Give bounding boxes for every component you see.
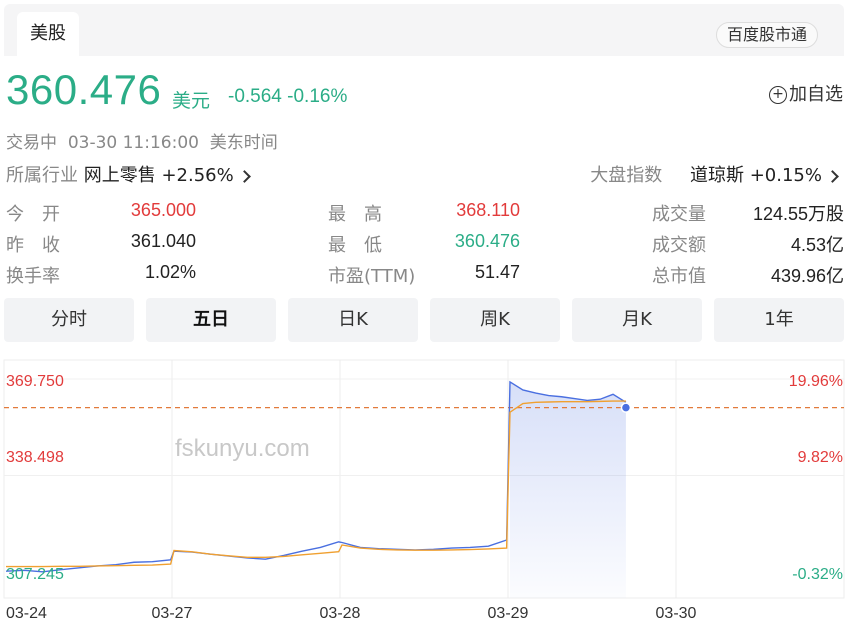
tab-weekly-k[interactable]: 周K (430, 298, 560, 342)
tab-us-stocks[interactable]: 美股 (17, 12, 79, 56)
change-percent: -0.16% (287, 86, 348, 107)
x-axis-label: 03-24 (6, 605, 47, 622)
x-axis-label: 03-27 (152, 605, 193, 622)
five-day-chart[interactable]: fskunyu.com 369.750 338.498 307.245 19.9… (0, 352, 849, 633)
tab-one-year[interactable]: 1年 (714, 298, 844, 342)
tab-intraday[interactable]: 分时 (4, 298, 134, 342)
low-label: 最 低 (328, 235, 382, 256)
pe-value: 51.47 (474, 262, 520, 282)
turnover-label: 换手率 (6, 266, 60, 287)
currency-label: 美元 (172, 90, 211, 112)
amount-label: 成交额 (652, 235, 706, 256)
plus-circle-icon: + (769, 86, 787, 104)
tab-monthly-k[interactable]: 月K (572, 298, 702, 342)
index-label: 大盘指数 (590, 165, 663, 186)
volume-value: 124.55万股 (752, 204, 844, 224)
market-index-link[interactable]: 大盘指数 道琼斯 +0.15% (590, 161, 839, 187)
prev-close-value: 361.040 (130, 231, 196, 251)
period-tabs: 分时 五日 日K 周K 月K 1年 (4, 298, 844, 342)
baidu-stock-badge[interactable]: 百度股市通 (715, 22, 818, 48)
price-area-fill (510, 381, 626, 598)
turnover-value: 1.02% (144, 262, 196, 282)
x-axis-labels: 03-24 03-27 03-28 03-29 03-30 (6, 605, 697, 622)
low-value: 360.476 (454, 231, 520, 251)
y-pct-high: 19.96% (789, 373, 843, 390)
add-watchlist-label: 加自选 (789, 84, 843, 105)
y-label-high: 369.750 (6, 373, 64, 390)
x-axis-label: 03-29 (488, 605, 529, 622)
index-value: 道琼斯 +0.15% (690, 165, 822, 186)
current-price: 360.476 (6, 66, 162, 113)
mktcap-label: 总市值 (652, 266, 706, 287)
timestamp: 03-30 11:16:00 (67, 133, 199, 153)
high-value: 368.110 (456, 200, 520, 220)
high-label: 最 高 (328, 204, 382, 225)
x-axis-label: 03-30 (656, 605, 697, 622)
y-label-mid: 338.498 (6, 449, 64, 466)
industry-value: 网上零售 +2.56% (83, 165, 234, 186)
price-change: -0.564 -0.16% (228, 86, 347, 108)
prev-close-label: 昨 收 (6, 235, 60, 256)
y-pct-low: -0.32% (792, 566, 843, 583)
volume-label: 成交量 (652, 204, 706, 225)
watermark: fskunyu.com (175, 435, 310, 462)
open-label: 今 开 (6, 204, 60, 225)
x-axis-label: 03-28 (320, 605, 361, 622)
open-value: 365.000 (130, 200, 196, 220)
industry-label: 所属行业 (6, 165, 78, 186)
y-label-low: 307.245 (6, 566, 64, 583)
y-pct-mid: 9.82% (798, 449, 843, 466)
market-tab-bar: 美股 百度股市通 (4, 4, 844, 56)
industry-link[interactable]: 所属行业 网上零售 +2.56% (6, 161, 251, 187)
chevron-right-icon (237, 169, 251, 183)
amount-value: 4.53亿 (790, 235, 844, 255)
tab-five-day[interactable]: 五日 (146, 298, 276, 342)
trading-status: 交易中 03-30 11:16:00 美东时间 (6, 128, 278, 153)
last-price-dot (620, 402, 632, 413)
mktcap-value: 439.96亿 (770, 266, 844, 286)
chevron-right-icon (826, 169, 839, 183)
timezone: 美东时间 (209, 133, 278, 153)
status-text: 交易中 (6, 133, 57, 153)
add-watchlist-button[interactable]: + 加自选 (769, 80, 843, 106)
tab-daily-k[interactable]: 日K (288, 298, 418, 342)
change-amount: -0.564 (228, 86, 282, 107)
pe-label: 市盈(TTM) (328, 266, 416, 287)
